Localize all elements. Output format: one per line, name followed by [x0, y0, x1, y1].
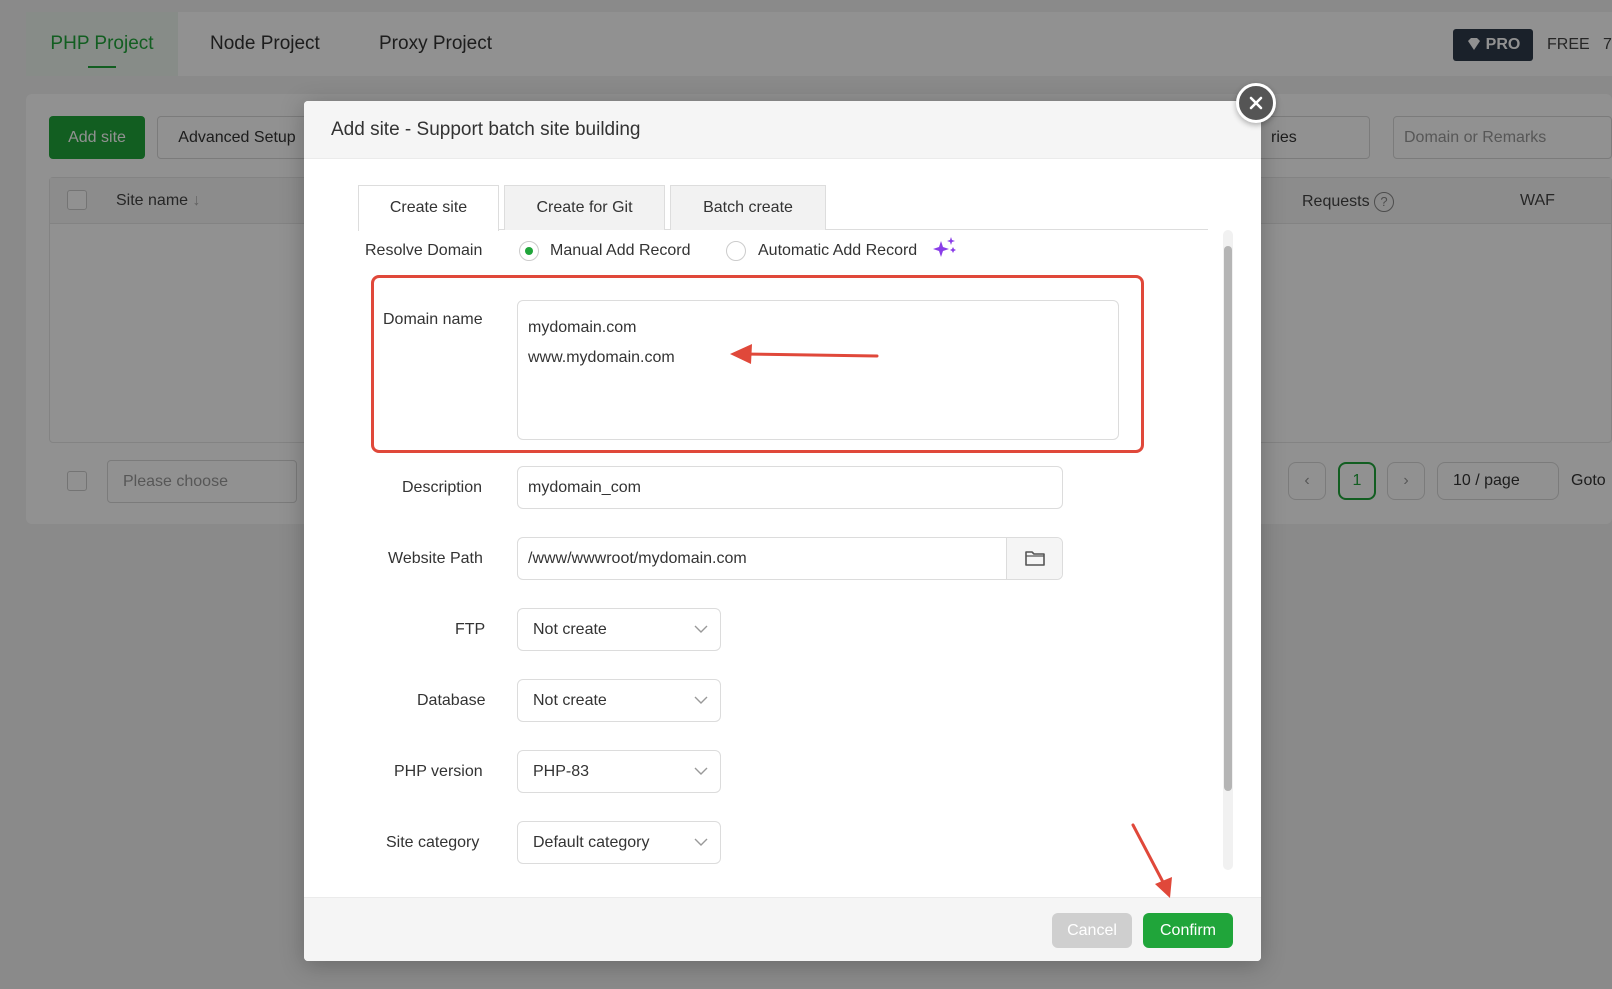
- tab-batch-create[interactable]: Batch create: [670, 185, 826, 230]
- resolve-domain-label: Resolve Domain: [365, 242, 483, 259]
- ftp-select[interactable]: Not create: [517, 608, 721, 651]
- cancel-button[interactable]: Cancel: [1052, 913, 1132, 948]
- manual-add-record-label[interactable]: Manual Add Record: [550, 242, 691, 260]
- chevron-down-icon: [694, 625, 708, 633]
- add-site-dialog: Add site - Support batch site building C…: [304, 101, 1261, 961]
- website-path-input[interactable]: /www/wwwroot/mydomain.com: [517, 537, 1063, 580]
- website-path-label: Website Path: [388, 550, 483, 567]
- domain-name-label: Domain name: [383, 311, 483, 328]
- site-category-select[interactable]: Default category: [517, 821, 721, 864]
- ftp-select-value: Not create: [533, 621, 607, 638]
- php-version-value: PHP-83: [533, 763, 590, 780]
- dialog-header: Add site - Support batch site building: [304, 101, 1261, 159]
- domain-line: www.mydomain.com: [528, 349, 675, 366]
- folder-icon: [1024, 551, 1045, 566]
- dialog-tabs: Create site Create for Git Batch create: [358, 185, 1208, 231]
- close-dialog-button[interactable]: [1236, 83, 1276, 123]
- description-label: Description: [402, 479, 483, 496]
- tab-create-for-git[interactable]: Create for Git: [504, 185, 665, 230]
- chevron-down-icon: [694, 767, 708, 775]
- sparkle-icon: [933, 237, 956, 257]
- automatic-add-record-label[interactable]: Automatic Add Record: [758, 242, 917, 260]
- manual-add-record-radio[interactable]: [519, 241, 539, 261]
- browse-folder-button[interactable]: [1006, 538, 1062, 579]
- domain-line: mydomain.com: [528, 319, 637, 336]
- dialog-title: Add site - Support batch site building: [331, 119, 641, 140]
- automatic-add-record-radio[interactable]: [726, 241, 746, 261]
- chevron-down-icon: [694, 696, 708, 704]
- database-select[interactable]: Not create: [517, 679, 721, 722]
- ftp-label: FTP: [455, 621, 486, 638]
- php-version-label: PHP version: [394, 763, 483, 780]
- close-icon: [1249, 96, 1263, 110]
- database-label: Database: [417, 692, 486, 709]
- description-input[interactable]: mydomain_com: [517, 466, 1063, 509]
- chevron-down-icon: [694, 838, 708, 846]
- confirm-button[interactable]: Confirm: [1143, 913, 1233, 948]
- website-path-value: /www/wwwroot/mydomain.com: [528, 550, 747, 567]
- tab-create-site[interactable]: Create site: [358, 185, 499, 231]
- database-select-value: Not create: [533, 692, 607, 709]
- dialog-scrollbar-thumb[interactable]: [1224, 246, 1232, 791]
- php-version-select[interactable]: PHP-83: [517, 750, 721, 793]
- site-category-value: Default category: [533, 834, 650, 851]
- site-category-label: Site category: [386, 834, 480, 851]
- dialog-footer: Cancel Confirm: [304, 897, 1261, 961]
- domain-name-textarea[interactable]: mydomain.com www.mydomain.com: [517, 300, 1119, 440]
